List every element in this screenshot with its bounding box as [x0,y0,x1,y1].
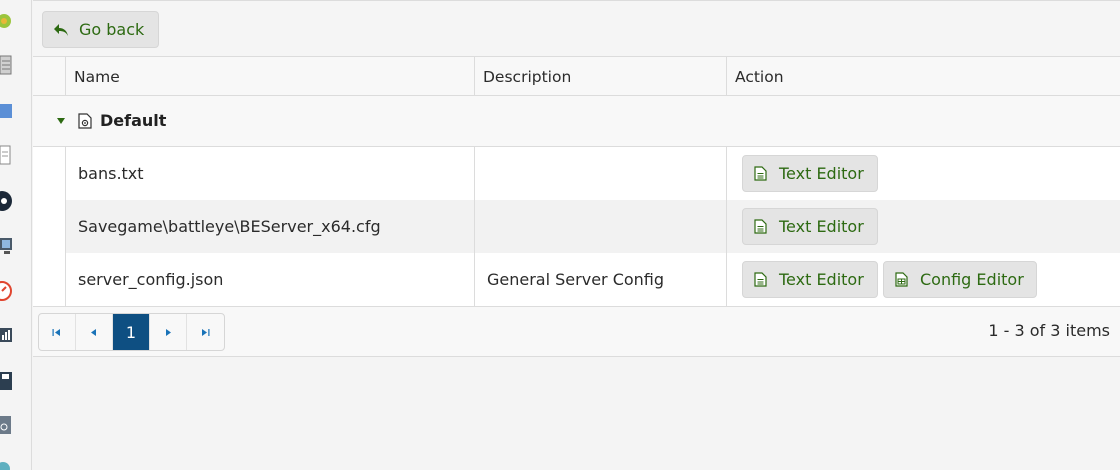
text-editor-button[interactable]: Text Editor [742,208,878,245]
main-panel: Go back Name Description Action Default … [33,0,1120,470]
column-divider [726,147,727,306]
text-document-icon [754,166,767,181]
toolbar: Go back [33,0,1120,57]
file-name-cell: bans.txt [78,164,144,183]
column-divider [474,147,475,306]
next-page-button[interactable] [150,314,188,350]
previous-page-icon [91,328,97,336]
file-description-cell [487,200,739,253]
table-row[interactable]: bans.txt Text Editor [65,147,1120,200]
back-arrow-icon [54,23,68,36]
pager-info: 1 - 3 of 3 items [988,321,1110,340]
table-row[interactable]: server_config.json General Server Config… [65,253,1120,306]
next-page-icon [165,328,171,336]
column-divider [474,57,475,96]
column-header-description[interactable]: Description [474,57,726,96]
document-icon[interactable] [0,144,12,166]
file-name-cell: server_config.json [78,270,224,289]
config-file-icon [78,113,92,129]
column-divider [65,147,66,306]
previous-page-button[interactable] [76,314,113,350]
text-editor-button[interactable]: Text Editor [742,261,878,298]
server-list-icon[interactable] [0,54,12,76]
last-page-button[interactable] [187,314,224,350]
first-page-icon [52,328,61,336]
text-document-icon [754,272,767,287]
file-description-cell [487,147,739,200]
config-editor-button[interactable]: Config Editor [883,261,1037,298]
file-description-cell: General Server Config [487,270,665,289]
pager-buttons: 1 [38,313,225,351]
misc-icon[interactable] [0,458,12,470]
table-row[interactable]: Savegame\battleye\BEServer_x64.cfg Text … [65,200,1120,253]
column-divider [65,57,66,96]
monitor-icon[interactable] [0,235,12,257]
collapse-caret-icon[interactable] [56,116,66,126]
steam-icon[interactable] [0,190,12,212]
column-header-name[interactable]: Name [65,57,474,96]
file-name-cell: Savegame\battleye\BEServer_x64.cfg [78,217,381,236]
text-document-icon [754,219,767,234]
group-label: Default [100,111,167,130]
go-back-button[interactable]: Go back [42,11,159,48]
stats-icon[interactable] [0,324,12,346]
clock-icon[interactable] [0,280,12,302]
save-icon[interactable] [0,370,12,392]
app-icon-1[interactable] [0,10,12,32]
pager: 1 1 - 3 of 3 items [33,307,1120,357]
first-page-button[interactable] [39,314,76,350]
page-1-button[interactable]: 1 [112,314,151,350]
column-header-action[interactable]: Action [726,57,1120,96]
grid-header: Name Description Action [33,57,1120,96]
side-icon-strip [0,0,32,470]
files-grid: Name Description Action Default bans.txt… [33,57,1120,307]
window-icon[interactable] [0,100,12,122]
config-document-icon [895,272,908,287]
group-row-default: Default [33,96,1120,147]
text-editor-button[interactable]: Text Editor [742,155,878,192]
go-back-label: Go back [79,20,145,39]
column-divider [726,57,727,96]
last-page-icon [202,328,210,336]
backup-icon[interactable] [0,414,12,436]
